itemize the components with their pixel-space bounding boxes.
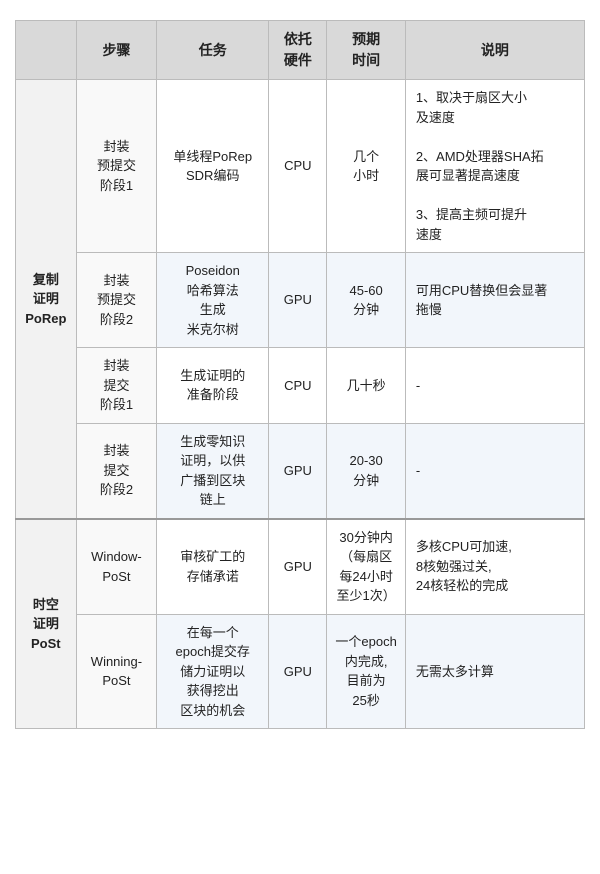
task-cell: 审核矿工的 存储承诺 <box>157 519 269 615</box>
note-cell: 多核CPU可加速, 8核勉强过关, 24核轻松的完成 <box>405 519 584 615</box>
group-cell: 时空 证明 PoSt <box>16 519 77 729</box>
note-cell: 可用CPU替换但会显著 拖慢 <box>405 253 584 348</box>
header-time: 预期 时间 <box>327 21 405 80</box>
note-cell: - <box>405 348 584 424</box>
table-row: 时空 证明 PoStWindow- PoSt审核矿工的 存储承诺GPU30分钟内… <box>16 519 585 615</box>
hw-cell: GPU <box>269 519 327 615</box>
note-cell: 无需太多计算 <box>405 614 584 729</box>
table-row: Winning- PoSt在每一个 epoch提交存 储力证明以 获得挖出 区块… <box>16 614 585 729</box>
header-empty <box>16 21 77 80</box>
step-cell: Window- PoSt <box>76 519 157 615</box>
time-cell: 30分钟内 （每扇区 每24小时 至少1次） <box>327 519 405 615</box>
task-cell: 生成零知识 证明，以供 广播到区块 链上 <box>157 423 269 519</box>
hw-cell: CPU <box>269 348 327 424</box>
note-cell: 1、取决于扇区大小 及速度 2、AMD处理器SHA拓 展可显著提高速度 3、提高… <box>405 80 584 253</box>
main-table: 步骤 任务 依托 硬件 预期 时间 说明 复制 证明 PoRep封装 预提交 阶… <box>15 20 585 729</box>
time-cell: 几个 小时 <box>327 80 405 253</box>
table-row: 复制 证明 PoRep封装 预提交 阶段1单线程PoRep SDR编码CPU几个… <box>16 80 585 253</box>
hw-cell: CPU <box>269 80 327 253</box>
header-task: 任务 <box>157 21 269 80</box>
task-cell: 在每一个 epoch提交存 储力证明以 获得挖出 区块的机会 <box>157 614 269 729</box>
task-cell: 单线程PoRep SDR编码 <box>157 80 269 253</box>
header-note: 说明 <box>405 21 584 80</box>
step-cell: 封装 提交 阶段2 <box>76 423 157 519</box>
step-cell: 封装 预提交 阶段1 <box>76 80 157 253</box>
step-cell: Winning- PoSt <box>76 614 157 729</box>
hw-cell: GPU <box>269 614 327 729</box>
step-cell: 封装 预提交 阶段2 <box>76 253 157 348</box>
time-cell: 几十秒 <box>327 348 405 424</box>
hw-cell: GPU <box>269 423 327 519</box>
time-cell: 一个epoch 内完成, 目前为 25秒 <box>327 614 405 729</box>
header-hw: 依托 硬件 <box>269 21 327 80</box>
group-cell: 复制 证明 PoRep <box>16 80 77 519</box>
step-cell: 封装 提交 阶段1 <box>76 348 157 424</box>
hw-cell: GPU <box>269 253 327 348</box>
task-cell: 生成证明的 准备阶段 <box>157 348 269 424</box>
time-cell: 20-30 分钟 <box>327 423 405 519</box>
table-row: 封装 预提交 阶段2Poseidon 哈希算法 生成 米克尔树GPU45-60 … <box>16 253 585 348</box>
table-row: 封装 提交 阶段1生成证明的 准备阶段CPU几十秒- <box>16 348 585 424</box>
header-step: 步骤 <box>76 21 157 80</box>
time-cell: 45-60 分钟 <box>327 253 405 348</box>
table-row: 封装 提交 阶段2生成零知识 证明，以供 广播到区块 链上GPU20-30 分钟… <box>16 423 585 519</box>
note-cell: - <box>405 423 584 519</box>
task-cell: Poseidon 哈希算法 生成 米克尔树 <box>157 253 269 348</box>
